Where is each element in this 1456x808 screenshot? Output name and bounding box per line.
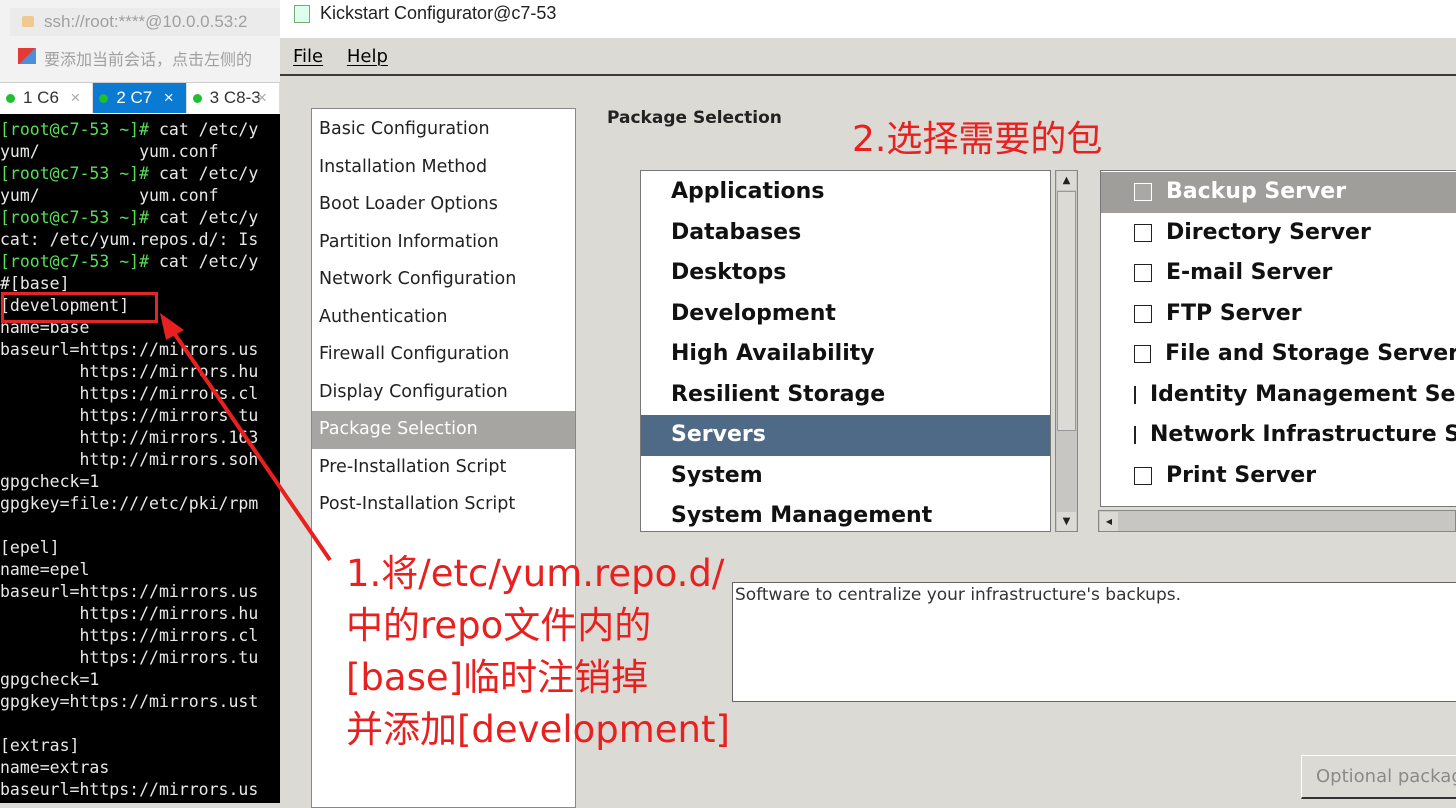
- annotation-arrow: [160, 313, 332, 562]
- arrow-line: [170, 328, 332, 562]
- arrow-head-icon: [160, 313, 184, 340]
